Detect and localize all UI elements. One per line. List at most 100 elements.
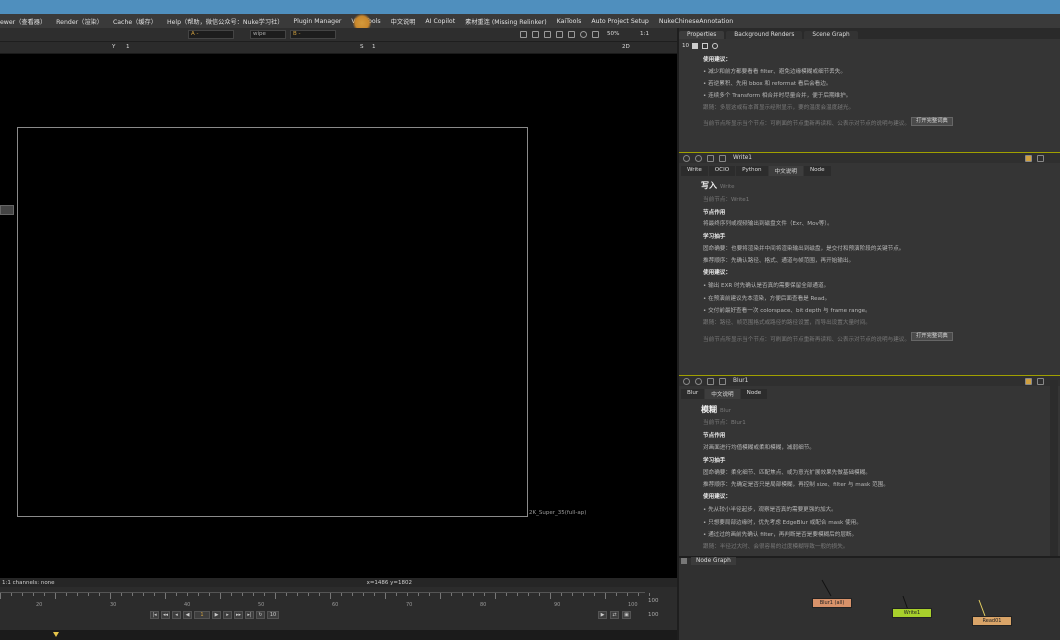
node-write1[interactable]: Write1 xyxy=(892,608,932,618)
first-frame-button[interactable]: |◂ xyxy=(150,611,159,619)
end-frame-bottom[interactable]: 100 xyxy=(648,612,659,618)
playhead-icon[interactable] xyxy=(53,632,59,637)
menu-kaitools[interactable]: KaiTools xyxy=(557,18,582,25)
node-color-icon[interactable] xyxy=(707,378,714,385)
menu-nuke-chinese-annotation[interactable]: NukeChineseAnnotation xyxy=(659,18,733,25)
node-color-icon[interactable] xyxy=(707,155,714,162)
ruler-tick xyxy=(11,593,12,596)
tab-properties[interactable]: Properties xyxy=(679,31,725,39)
tab-python[interactable]: Python xyxy=(736,166,768,176)
node-settings-icon[interactable] xyxy=(1025,155,1032,162)
timeline-ruler[interactable]: 20 30 40 50 60 70 80 90 100 xyxy=(0,592,650,608)
node-blur1[interactable]: Blur1 (all) xyxy=(812,598,852,608)
blur-sec1-text: 对画面进行均值模糊或柔和模糊，减弱细节。 xyxy=(703,445,815,451)
view-mode[interactable]: 2D xyxy=(622,44,630,50)
play-button[interactable]: ▶ xyxy=(212,611,221,619)
ruler-tick xyxy=(77,593,78,596)
step-field[interactable]: 10 xyxy=(267,611,279,619)
wipe-select[interactable]: wipe xyxy=(250,30,286,39)
collapse-icon[interactable] xyxy=(683,155,690,162)
menu-viewer[interactable]: ewer（查看器） xyxy=(0,17,46,26)
ruler-tick xyxy=(363,593,364,596)
ruler-tick-label: 20 xyxy=(36,602,43,608)
blur-node-name[interactable]: Blur1 xyxy=(733,378,748,384)
collapse-icon[interactable] xyxy=(683,378,690,385)
node-read[interactable]: Read01 xyxy=(972,616,1012,626)
menu-render[interactable]: Render（渲染） xyxy=(56,17,103,26)
node-tab-icon[interactable] xyxy=(719,378,726,385)
float-icon[interactable] xyxy=(695,155,702,162)
step-button[interactable]: ↻ xyxy=(256,611,265,619)
tab-chinese-notes[interactable]: 中文说明 xyxy=(705,389,740,399)
viewer-side-handle[interactable] xyxy=(0,205,14,215)
ruler-tick xyxy=(297,593,298,596)
proxy-icon[interactable] xyxy=(568,31,575,38)
write-node-name[interactable]: Write1 xyxy=(733,155,752,161)
channel-b-select[interactable]: B - xyxy=(290,30,336,39)
lock-icon[interactable]: ▣ xyxy=(622,611,631,619)
blur-sec3-heading: 使用建议： xyxy=(703,494,731,500)
lut-icon[interactable] xyxy=(556,31,563,38)
menu-auto-project-setup[interactable]: Auto Project Setup xyxy=(591,18,648,25)
clip-warning-icon[interactable] xyxy=(544,31,551,38)
refresh-icon[interactable] xyxy=(592,31,599,38)
node-close-icon[interactable] xyxy=(1037,155,1044,162)
ruler-tick xyxy=(275,593,276,599)
node-close-icon[interactable] xyxy=(1037,378,1044,385)
next-key-button[interactable]: ▸▸ xyxy=(234,611,243,619)
tab-scene-graph[interactable]: Scene Graph xyxy=(804,31,858,39)
end-frame-top[interactable]: 100 xyxy=(648,598,659,604)
channel-a-select[interactable]: A - xyxy=(188,30,234,39)
pause-icon[interactable] xyxy=(580,31,587,38)
menu-plugin-manager[interactable]: Plugin Manager xyxy=(293,18,341,25)
menu-help[interactable]: Help（帮助，微信公众号：Nuke学习社） xyxy=(167,17,283,26)
last-frame-button[interactable]: ▸| xyxy=(245,611,254,619)
open-dictionary-button[interactable]: 打开完整词典 xyxy=(911,117,953,126)
tab-chinese-notes[interactable]: 中文说明 xyxy=(768,166,803,176)
tab-ocio[interactable]: OCIO xyxy=(708,166,736,176)
panel-menu-icon[interactable] xyxy=(681,558,687,564)
s-value[interactable]: 1 xyxy=(372,44,376,50)
menu-missing-relinker[interactable]: 素材重连 (Missing Relinker) xyxy=(465,17,547,26)
clear-panel-icon[interactable] xyxy=(692,43,698,49)
prev-key-button[interactable]: ◂◂ xyxy=(161,611,170,619)
timeline-scrub-strip[interactable] xyxy=(0,630,677,640)
bounce-icon[interactable]: ⇄ xyxy=(610,611,619,619)
overlay-icon[interactable] xyxy=(520,31,527,38)
menu-chinese-notes[interactable]: 中文说明 xyxy=(391,17,416,26)
tab-write[interactable]: Write xyxy=(681,166,708,176)
prev-frame-button[interactable]: ◂ xyxy=(172,611,181,619)
ruler-tick xyxy=(308,593,309,596)
ruler-tick xyxy=(231,593,232,596)
node-tab-icon[interactable] xyxy=(719,155,726,162)
menu-cache[interactable]: Cache（缓存） xyxy=(113,17,157,26)
tab-node[interactable]: Node xyxy=(740,389,768,399)
ruler-tick xyxy=(385,593,386,599)
top-usage-heading: 使用建议： xyxy=(703,57,731,63)
ruler-tick xyxy=(451,593,452,596)
zoom-ratio[interactable]: 1:1 xyxy=(640,31,649,37)
flipbook-icon[interactable]: ▶ xyxy=(598,611,607,619)
lock-panel-icon[interactable] xyxy=(702,43,708,49)
write-open-dictionary-button[interactable]: 打开完整词典 xyxy=(911,332,953,341)
play-back-button[interactable]: ◀ xyxy=(183,611,192,619)
zoom-level[interactable]: 50% xyxy=(607,31,619,37)
properties-count[interactable]: 10 xyxy=(682,43,689,49)
properties-scrollbar[interactable] xyxy=(1050,380,1058,556)
y-value[interactable]: 1 xyxy=(126,44,130,50)
menu-ai-copilot[interactable]: AI Copilot xyxy=(425,18,455,25)
tab-blur[interactable]: Blur xyxy=(681,389,705,399)
menu-bar: ewer（查看器） Render（渲染） Cache（缓存） Help（帮助，微… xyxy=(0,14,1060,28)
ruler-tick xyxy=(605,593,606,599)
node-settings-icon[interactable] xyxy=(1025,378,1032,385)
next-frame-button[interactable]: ▸ xyxy=(223,611,232,619)
current-frame-field[interactable]: 1 xyxy=(194,611,210,619)
float-icon[interactable] xyxy=(695,378,702,385)
pencil-icon[interactable] xyxy=(712,43,718,49)
roi-icon[interactable] xyxy=(532,31,539,38)
tab-node[interactable]: Node xyxy=(803,166,831,176)
ruler-tick xyxy=(440,593,441,599)
tab-background-renders[interactable]: Background Renders xyxy=(726,31,803,39)
ruler-tick xyxy=(88,593,89,596)
tab-node-graph[interactable]: Node Graph xyxy=(691,557,736,565)
